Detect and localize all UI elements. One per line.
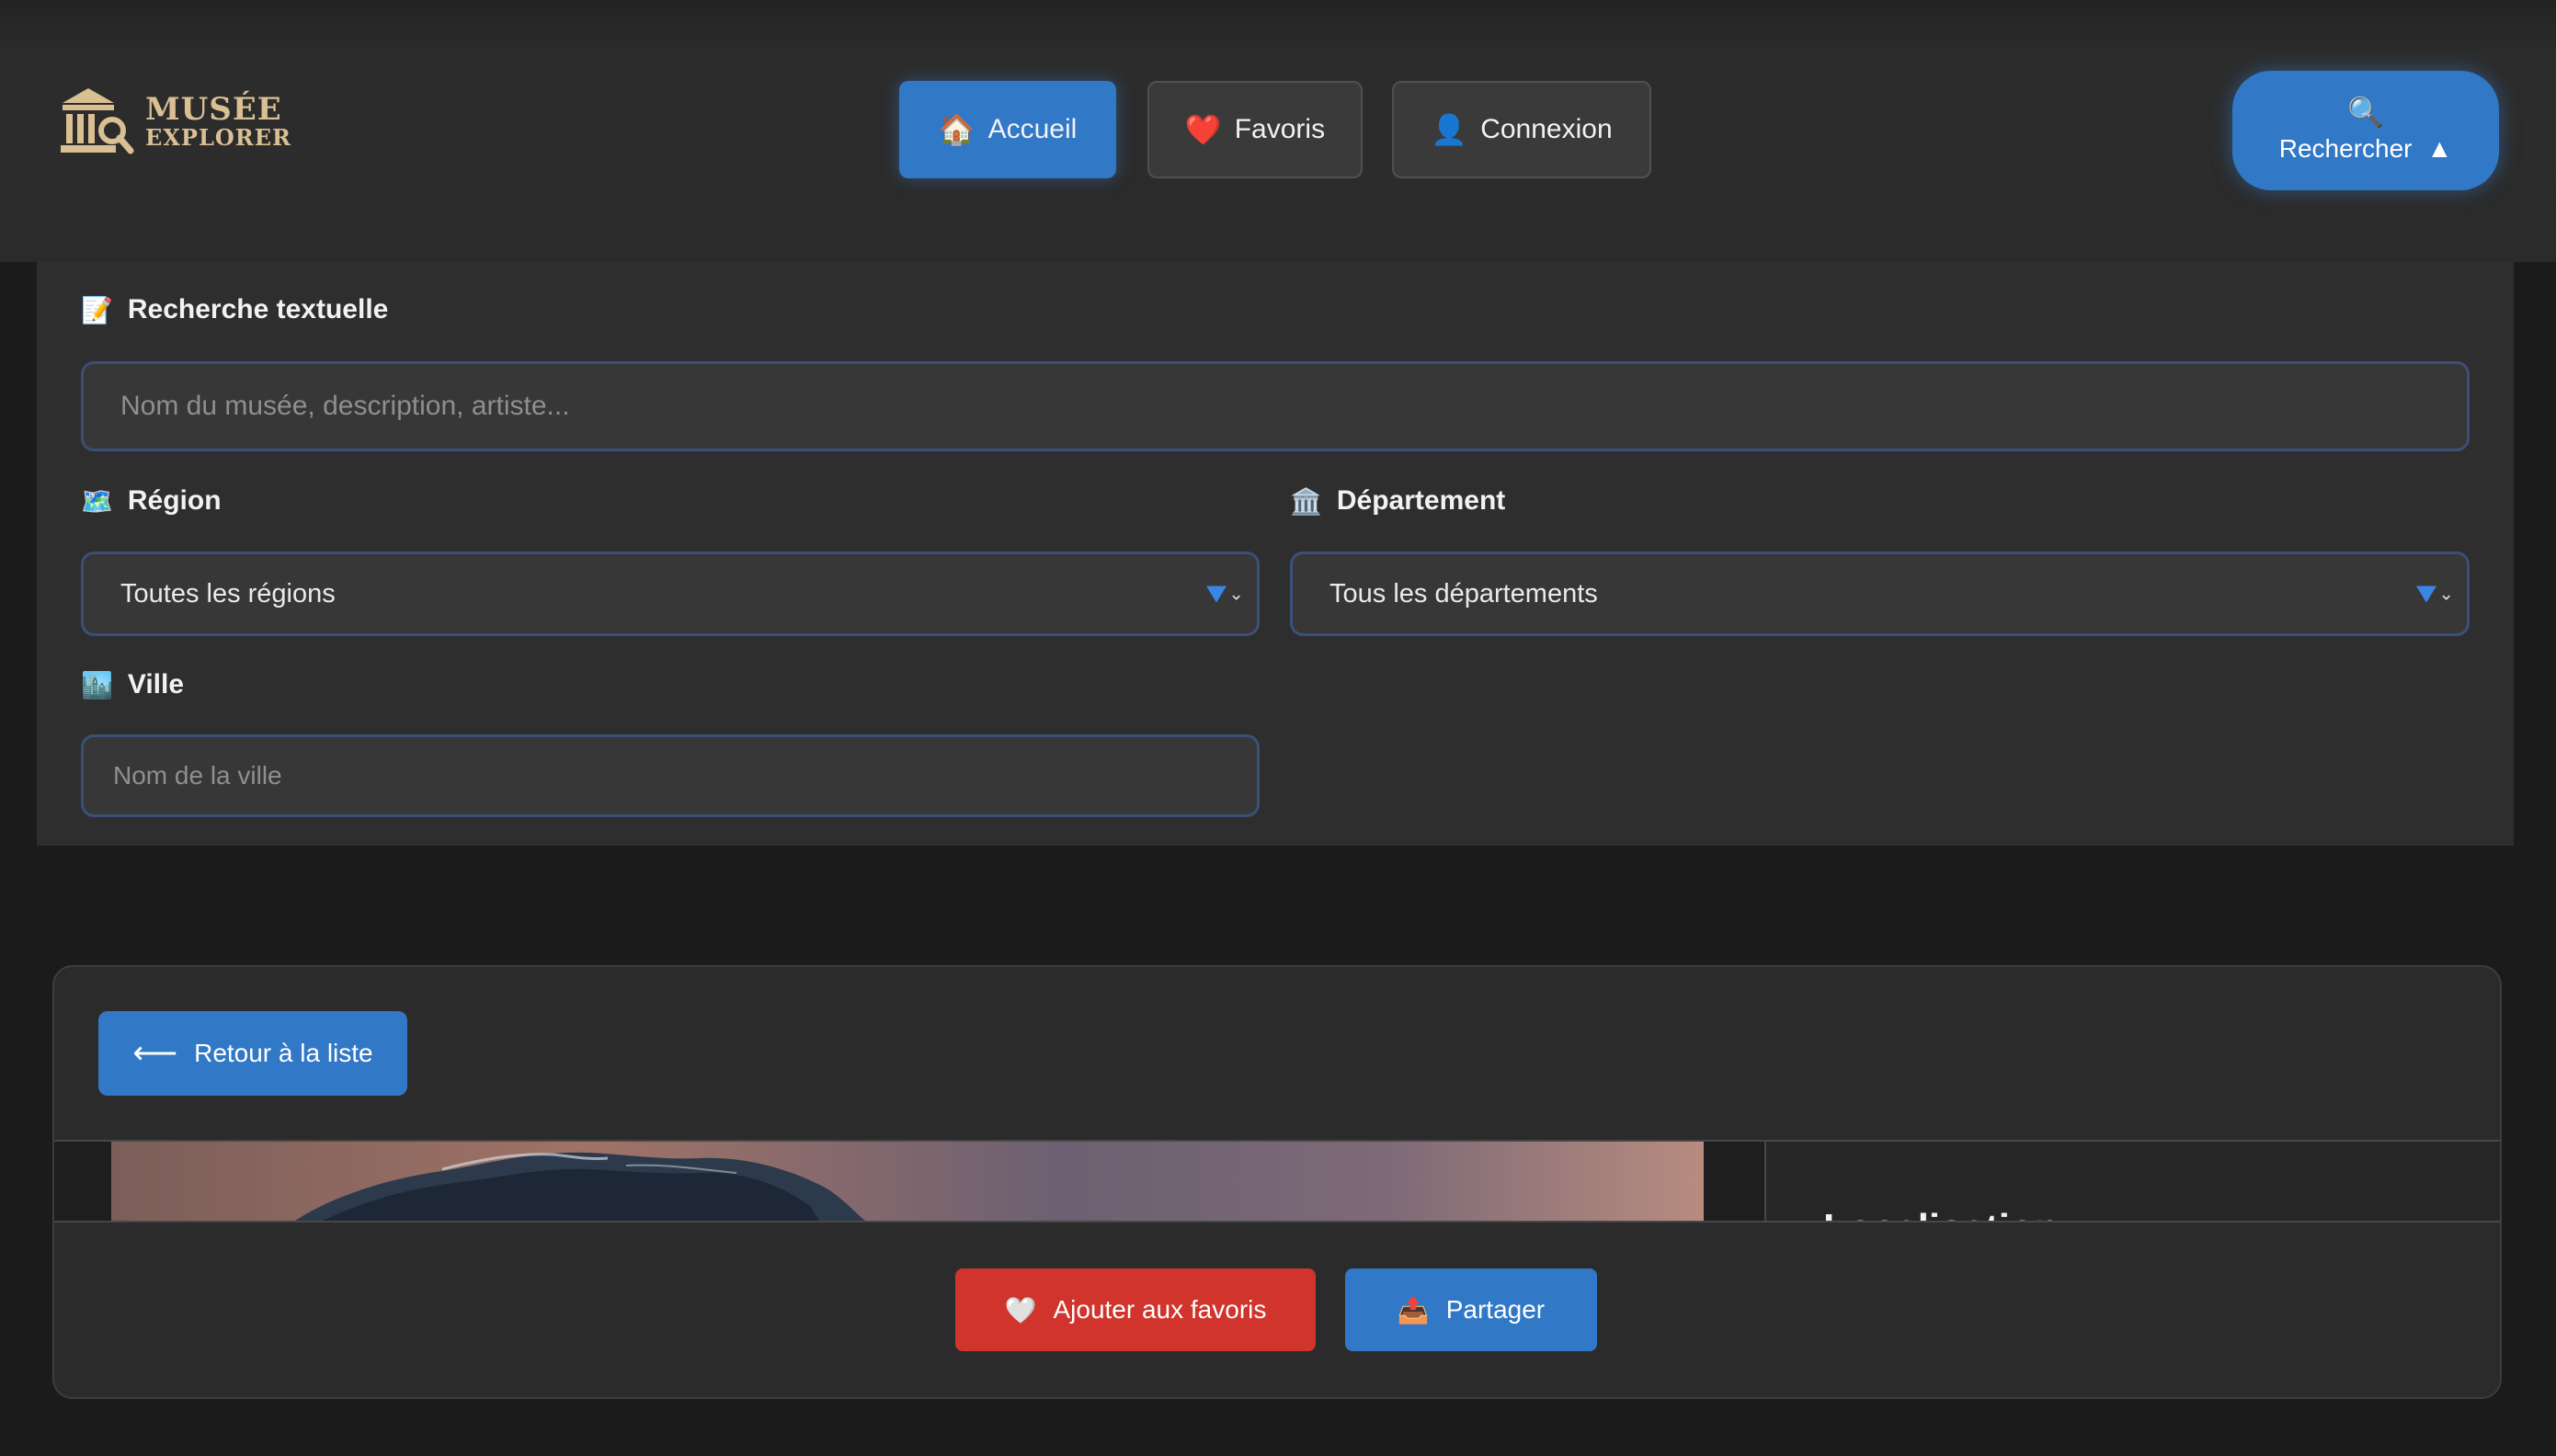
region-select-value: Toutes les régions bbox=[120, 578, 336, 609]
brand-logo[interactable]: MUSÉE EXPLORER bbox=[59, 85, 291, 158]
brand-line1: MUSÉE bbox=[145, 91, 282, 128]
add-to-favorites-label: Ajouter aux favoris bbox=[1053, 1295, 1267, 1324]
text-search-input[interactable] bbox=[81, 361, 2470, 451]
house-icon: 🏠 bbox=[938, 113, 976, 146]
museum-logo-icon bbox=[61, 88, 134, 154]
back-to-list-button[interactable]: ⟵ Retour à la liste bbox=[98, 1011, 407, 1096]
text-search-label: 📝 Recherche textuelle bbox=[81, 294, 388, 325]
department-select-value: Tous les départements bbox=[1329, 578, 1598, 609]
arrow-left-icon: ⟵ bbox=[132, 1036, 178, 1071]
city-label: 🏙️ Ville bbox=[81, 669, 184, 700]
nav-login-button[interactable]: 👤 Connexion bbox=[1392, 81, 1651, 178]
memo-icon: 📝 bbox=[81, 295, 113, 324]
share-button[interactable]: 📤 Partager bbox=[1345, 1268, 1597, 1351]
classical-building-icon: 🏛️ bbox=[1290, 486, 1322, 516]
add-to-favorites-button[interactable]: 🤍 Ajouter aux favoris bbox=[955, 1268, 1316, 1351]
department-label: 🏛️ Département bbox=[1290, 485, 1505, 517]
region-label-text: Région bbox=[127, 485, 222, 516]
city-label-text: Ville bbox=[127, 669, 185, 700]
department-select[interactable]: Tous les départements ⌄ bbox=[1290, 552, 2470, 636]
wave-image bbox=[295, 1152, 865, 1221]
nav-home-button[interactable]: 🏠 Accueil bbox=[899, 81, 1116, 178]
magnifier-icon: 🔍 bbox=[2347, 96, 2384, 129]
info-side-panel: Localisation bbox=[1764, 1142, 2500, 1251]
nav-home-label: Accueil bbox=[987, 114, 1078, 144]
top-header: MUSÉE EXPLORER 🏠 Accueil ❤️ Favoris 👤 Co… bbox=[0, 0, 2556, 262]
brand-name: MUSÉE EXPLORER bbox=[145, 94, 291, 149]
map-icon: 🗺️ bbox=[81, 486, 113, 516]
caret-up-icon: ▲ bbox=[2426, 134, 2453, 163]
region-select[interactable]: Toutes les régions ⌄ bbox=[81, 552, 1260, 636]
heart-icon: ❤️ bbox=[1184, 113, 1222, 146]
nav-login-label: Connexion bbox=[1480, 114, 1613, 144]
search-toggle-label: Rechercher bbox=[2278, 134, 2413, 163]
text-search-label-text: Recherche textuelle bbox=[127, 294, 389, 324]
nav-favorites-label: Favoris bbox=[1234, 114, 1326, 144]
search-toggle-button[interactable]: 🔍 Rechercher ▲ bbox=[2232, 71, 2499, 190]
nav-favorites-button[interactable]: ❤️ Favoris bbox=[1147, 81, 1363, 178]
museum-image-area bbox=[54, 1142, 1764, 1221]
dropdown-arrow-icon: ⌄ bbox=[2416, 583, 2454, 606]
back-to-list-label: Retour à la liste bbox=[194, 1039, 373, 1067]
dropdown-arrow-icon: ⌄ bbox=[1206, 583, 1244, 606]
region-label: 🗺️ Région bbox=[81, 485, 222, 517]
brand-line2: EXPLORER bbox=[145, 124, 291, 151]
department-label-text: Département bbox=[1336, 485, 1506, 516]
action-bar: 🤍 Ajouter aux favoris 📤 Partager bbox=[54, 1223, 2500, 1397]
city-input[interactable] bbox=[81, 734, 1260, 817]
share-label: Partager bbox=[1445, 1295, 1546, 1324]
museum-photo bbox=[111, 1142, 1704, 1221]
share-icon: 📤 bbox=[1397, 1295, 1430, 1325]
museum-detail-card: ⟵ Retour à la liste Localisation 🤍 Ajout… bbox=[52, 965, 2502, 1399]
white-heart-icon: 🤍 bbox=[1004, 1295, 1037, 1325]
cityscape-icon: 🏙️ bbox=[81, 670, 113, 700]
search-panel: 📝 Recherche textuelle 🗺️ Région Toutes l… bbox=[37, 262, 2514, 846]
user-icon: 👤 bbox=[1431, 113, 1468, 146]
